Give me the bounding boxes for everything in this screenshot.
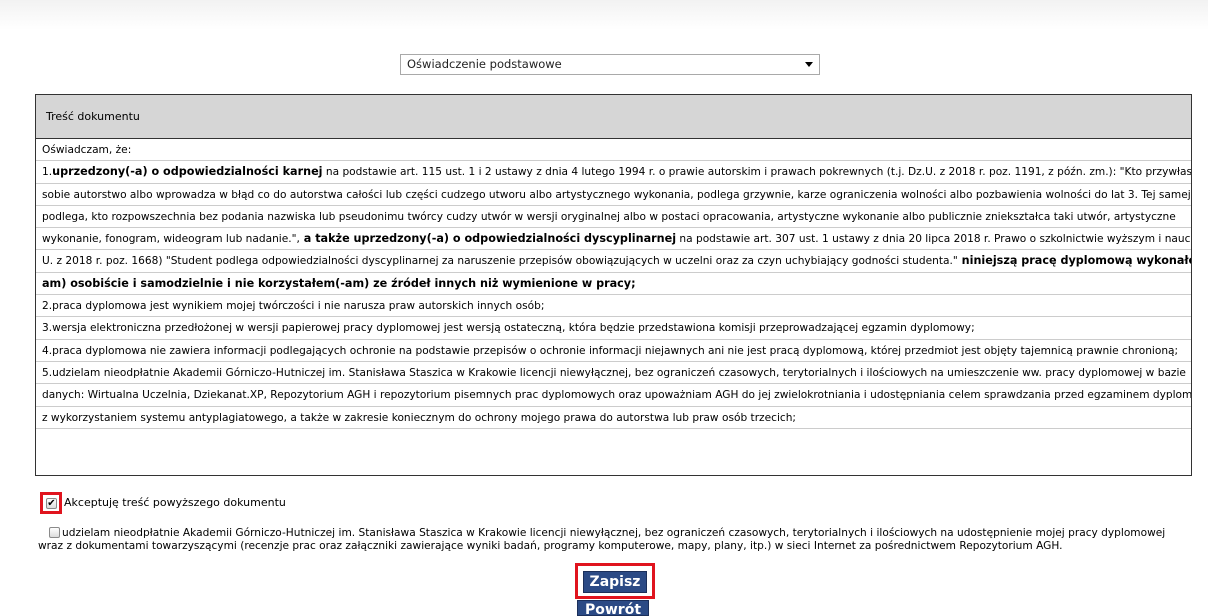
document-line: 4.praca dyplomowa nie zawiera informacji… xyxy=(36,340,1191,362)
document-body: Oświadczam, że: 1.uprzedzony(-a) o odpow… xyxy=(36,139,1191,429)
accept-label: Akceptuję treść powyższego dokumentu xyxy=(64,496,286,509)
document-line: z wykorzystaniem systemu antyplagiatoweg… xyxy=(36,407,1191,429)
back-button[interactable]: Powrót xyxy=(577,600,649,616)
save-button[interactable]: Zapisz xyxy=(583,571,647,593)
document-intro: Oświadczam, że: xyxy=(36,139,1191,162)
save-highlight: Zapisz xyxy=(575,563,655,599)
document-line: danych: Wirtualna Uczelnia, Dziekanat.XP… xyxy=(36,384,1191,407)
document-line: wykonanie, fonogram, wideogram lub nadan… xyxy=(36,228,1191,251)
top-shade xyxy=(0,0,1208,30)
document-line: 1.uprzedzony(-a) o odpowiedzialności kar… xyxy=(36,161,1191,184)
select-value: Oświadczenie podstawowe xyxy=(407,57,562,71)
accept-checkbox[interactable]: ✔ xyxy=(46,498,57,509)
document-line: 3.wersja elektroniczna przedłożonej w we… xyxy=(36,317,1191,340)
document-line: U. z 2018 r. poz. 1668) "Student podlega… xyxy=(36,250,1191,273)
chevron-down-icon xyxy=(805,62,813,67)
document-line: 5.udzielam nieodpłatnie Akademii Górnicz… xyxy=(36,362,1191,385)
document-line: 2.praca dyplomowa jest wynikiem mojej tw… xyxy=(36,295,1191,318)
document-panel: Treść dokumentu Oświadczam, że: 1.uprzed… xyxy=(35,94,1192,476)
license-row: udzielam nieodpłatnie Akademii Górniczo-… xyxy=(38,527,1188,553)
document-header: Treść dokumentu xyxy=(36,95,1191,139)
document-line: sobie autorstwo albo wprowadza w błąd co… xyxy=(36,184,1191,206)
document-line: podlega, kto rozpowszechnia bez podania … xyxy=(36,206,1191,229)
accept-highlight: ✔ xyxy=(40,492,62,514)
statement-type-select[interactable]: Oświadczenie podstawowe xyxy=(400,54,820,75)
license-checkbox[interactable] xyxy=(49,527,60,538)
document-line: am) osobiście i samodzielnie i nie korzy… xyxy=(36,273,1191,296)
license-text: udzielam nieodpłatnie Akademii Górniczo-… xyxy=(38,527,1166,552)
